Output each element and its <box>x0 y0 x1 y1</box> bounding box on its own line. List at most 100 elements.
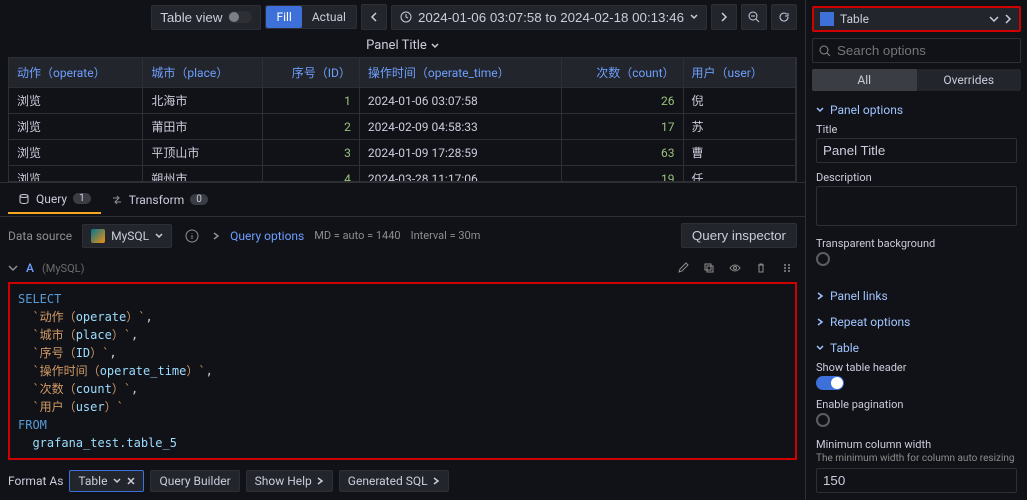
cell-id: 1 <box>262 88 359 114</box>
toggle-off-icon <box>228 11 252 23</box>
chevron-down-icon[interactable] <box>989 14 999 24</box>
sql-editor[interactable]: SELECT `动作（operate）`, `城市（place）`, `序号（I… <box>8 282 797 460</box>
cell-count: 63 <box>562 140 683 166</box>
pencil-icon <box>677 262 689 274</box>
panel-description-input[interactable] <box>816 186 1017 226</box>
generated-sql-button[interactable]: Generated SQL <box>339 470 449 492</box>
mysql-logo-icon <box>91 229 105 243</box>
time-range-picker[interactable]: 2024-01-06 03:07:58 to 2024-02-18 00:13:… <box>391 5 707 30</box>
datasource-info-button[interactable] <box>182 226 202 246</box>
fill-button[interactable]: Fill <box>266 6 301 28</box>
chevron-right-icon <box>432 477 440 485</box>
cell-place: 莆田市 <box>143 114 263 140</box>
tab-transform-badge: 0 <box>190 194 208 205</box>
drag-query-handle[interactable] <box>777 258 797 278</box>
cell-id: 3 <box>262 140 359 166</box>
tab-query-badge: 1 <box>73 193 91 204</box>
chevron-right-icon <box>816 318 824 326</box>
query-row-header: A (MySQL) <box>0 254 805 282</box>
zoom-out-icon <box>748 11 760 23</box>
sidebar-tabs: All Overrides <box>812 69 1021 91</box>
visualization-picker[interactable]: Table <box>812 6 1021 32</box>
panel-options-header[interactable]: Panel options <box>816 103 1017 117</box>
tab-overrides[interactable]: Overrides <box>917 69 1022 91</box>
cell-count: 26 <box>562 88 683 114</box>
trash-icon <box>755 262 767 274</box>
cell-operate: 浏览 <box>9 140 143 166</box>
table-options-header[interactable]: Table <box>816 341 1017 355</box>
panel-title-input[interactable] <box>816 138 1017 163</box>
refresh-button[interactable] <box>771 4 797 30</box>
time-range-text: 2024-01-06 03:07:58 to 2024-02-18 00:13:… <box>418 10 684 25</box>
col-place[interactable]: 城市（place） <box>143 58 263 88</box>
col-user[interactable]: 用户（user） <box>683 58 795 88</box>
time-forward-button[interactable] <box>711 4 737 30</box>
query-builder-button[interactable]: Query Builder <box>150 470 239 492</box>
query-tabs: Query 1 Transform 0 <box>0 183 805 217</box>
cell-operate: 浏览 <box>9 166 143 183</box>
tab-transform[interactable]: Transform 0 <box>101 187 218 213</box>
min-col-width-label: Minimum column width <box>816 438 1017 451</box>
toggle-query-visibility-button[interactable] <box>725 258 745 278</box>
show-header-toggle[interactable] <box>816 376 844 390</box>
col-time[interactable]: 操作时间（operate_time） <box>359 58 561 88</box>
search-icon <box>819 45 831 57</box>
actual-button[interactable]: Actual <box>302 6 356 28</box>
edit-query-button[interactable] <box>673 258 693 278</box>
table-row[interactable]: 浏览北海市12024-01-06 03:07:5826倪 <box>9 88 796 114</box>
chevron-right-icon[interactable] <box>1003 14 1013 24</box>
close-icon[interactable] <box>127 477 135 485</box>
cell-count: 19 <box>562 166 683 183</box>
format-as-select[interactable]: Table <box>69 470 144 492</box>
cell-operate: 浏览 <box>9 88 143 114</box>
duplicate-query-button[interactable] <box>699 258 719 278</box>
cell-time: 2024-02-09 04:58:33 <box>359 114 561 140</box>
chevron-down-icon[interactable] <box>8 263 18 273</box>
transparent-bg-toggle[interactable] <box>816 252 830 266</box>
repeat-options-header[interactable]: Repeat options <box>806 309 1027 335</box>
panel-toolbar: Table view Fill Actual 2024-01-06 03:07:… <box>0 0 805 34</box>
format-as-label: Format As <box>8 474 63 488</box>
delete-query-button[interactable] <box>751 258 771 278</box>
table-row[interactable]: 浏览平顶山市32024-01-09 17:28:5963曹 <box>9 140 796 166</box>
search-options-input[interactable] <box>837 43 1014 58</box>
cell-user: 倪 <box>683 88 795 114</box>
table-viz-icon <box>820 12 834 26</box>
time-back-button[interactable] <box>361 4 387 30</box>
col-operate[interactable]: 动作（operate） <box>9 58 143 88</box>
cell-time: 2024-03-28 11:17:06 <box>359 166 561 183</box>
description-label: Description <box>816 171 1017 184</box>
table-view-toggle[interactable]: Table view <box>151 5 261 30</box>
panel-title-row[interactable]: Panel Title <box>8 34 797 57</box>
cell-id: 2 <box>262 114 359 140</box>
min-col-width-input[interactable] <box>816 468 1017 493</box>
table-row[interactable]: 浏览莆田市22024-02-09 04:58:3317苏 <box>9 114 796 140</box>
query-options-link[interactable]: Query options <box>230 229 304 243</box>
clock-icon <box>400 11 412 23</box>
table-row[interactable]: 浏览朔州市42024-03-28 11:17:0619任 <box>9 166 796 183</box>
show-help-button[interactable]: Show Help <box>246 470 333 492</box>
query-inspector-button[interactable]: Query inspector <box>681 223 797 248</box>
chevron-down-icon <box>816 106 824 114</box>
cell-user: 苏 <box>683 114 795 140</box>
tab-query-label: Query <box>36 192 67 206</box>
zoom-out-button[interactable] <box>741 4 767 30</box>
chevron-down-icon <box>690 13 698 21</box>
col-count[interactable]: 次数（count） <box>562 58 683 88</box>
query-footer: Format As Table Query Builder Show Help … <box>0 466 805 500</box>
cell-place: 平顶山市 <box>143 140 263 166</box>
info-icon <box>185 229 199 243</box>
title-label: Title <box>816 123 1017 136</box>
enable-pagination-toggle[interactable] <box>816 413 830 427</box>
query-letter[interactable]: A <box>26 261 34 275</box>
panel-links-header[interactable]: Panel links <box>806 283 1027 309</box>
datasource-select[interactable]: MySQL <box>82 224 172 248</box>
tab-all[interactable]: All <box>812 69 917 91</box>
col-id[interactable]: 序号（ID） <box>262 58 359 88</box>
data-table[interactable]: 动作（operate） 城市（place） 序号（ID） 操作时间（operat… <box>8 57 797 182</box>
tab-query[interactable]: Query 1 <box>8 186 101 214</box>
copy-icon <box>703 262 715 274</box>
fill-actual-group: Fill Actual <box>265 5 357 29</box>
drag-icon <box>781 262 793 274</box>
panel-visualization: Panel Title 动作（operate） 城市（place） 序号（ID）… <box>0 34 805 182</box>
